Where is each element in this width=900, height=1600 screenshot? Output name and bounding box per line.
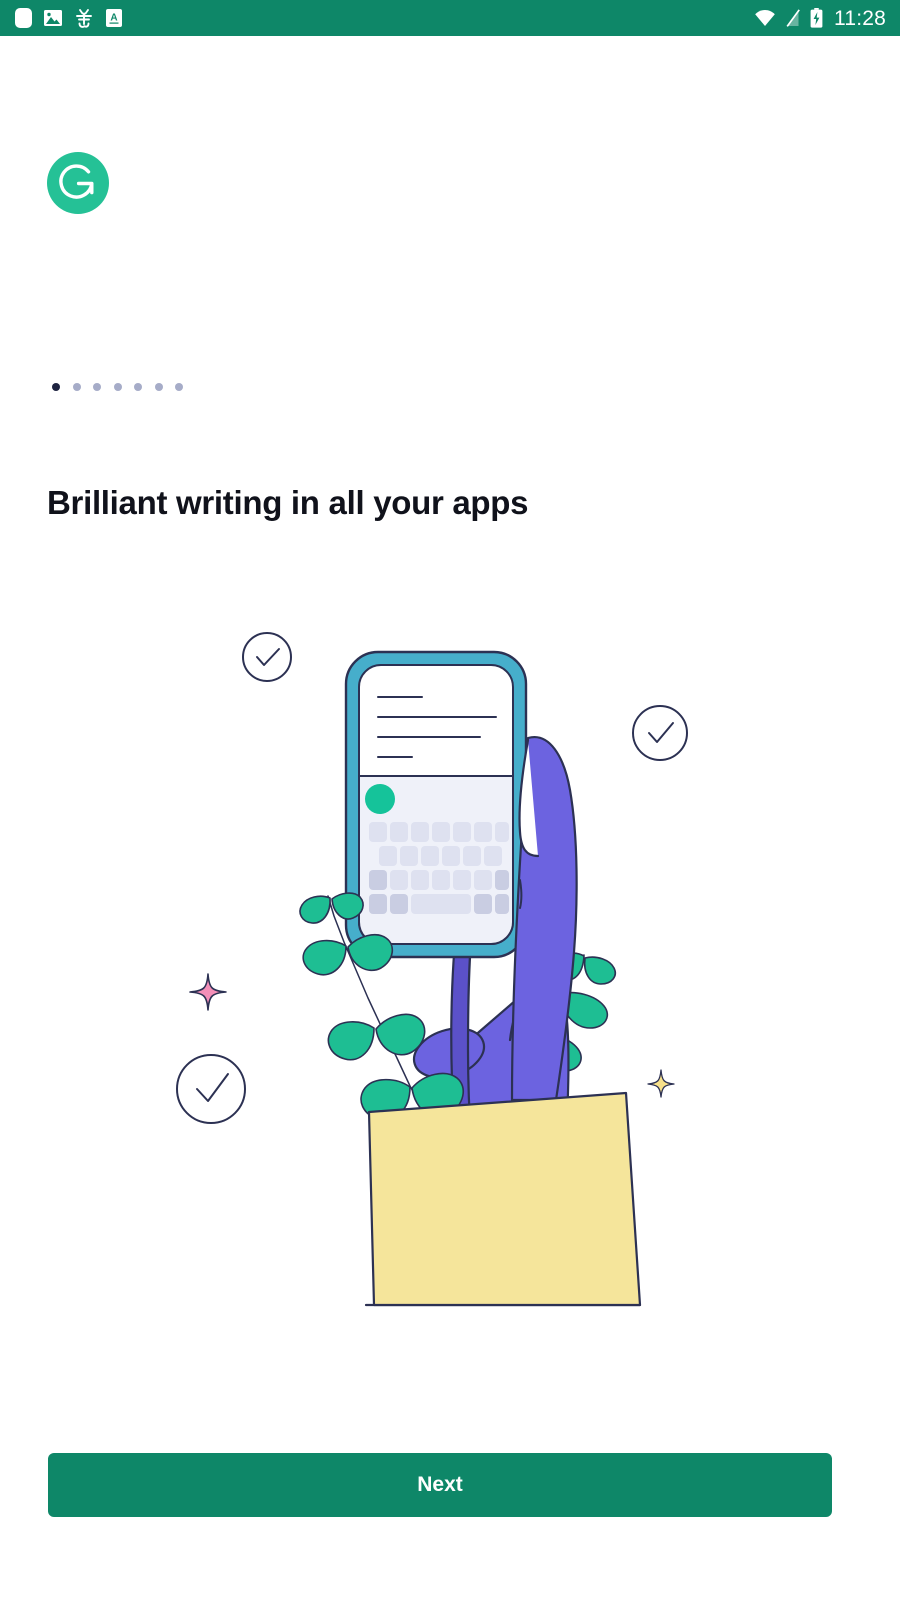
- cellular-signal-off-icon: [786, 9, 800, 27]
- page-title: Brilliant writing in all your apps: [47, 484, 529, 521]
- pager-dot-4[interactable]: [113, 383, 122, 391]
- next-button-label: Next: [417, 1473, 463, 1496]
- checkmark-circle-top-right: [632, 705, 688, 761]
- bug-icon: [76, 9, 92, 28]
- phone: [344, 650, 528, 959]
- pager-dot-5[interactable]: [134, 383, 142, 391]
- status-bar-left-icons: A: [14, 7, 123, 29]
- pager-dot-2[interactable]: [72, 383, 81, 391]
- checkmark-circle-bottom-left: [176, 1054, 246, 1124]
- battery-charging-icon: [810, 8, 823, 28]
- notification-blank-icon: [15, 8, 32, 28]
- wifi-icon: [755, 10, 775, 26]
- status-bar-right-icons: 11:28: [754, 8, 886, 29]
- pager-dot-1[interactable]: [52, 383, 60, 391]
- grammarly-suggestion-dot: [365, 784, 395, 814]
- text-capture-icon: A: [106, 9, 122, 27]
- status-bar: A 11:28: [0, 0, 900, 36]
- pager-dot-3[interactable]: [93, 383, 101, 391]
- pager-dot-7[interactable]: [175, 383, 183, 391]
- svg-text:A: A: [110, 13, 117, 24]
- sparkle-pink: [189, 973, 227, 1011]
- hand-holding-phone-with-keyboard-illustration: [160, 600, 720, 1320]
- checkmark-circle-top-left: [242, 632, 292, 682]
- next-button[interactable]: Next: [48, 1453, 832, 1517]
- sparkle-yellow: [647, 1069, 675, 1098]
- photo-icon: [44, 10, 62, 26]
- sleeve: [367, 1091, 642, 1307]
- pager-dots[interactable]: [52, 383, 183, 391]
- status-bar-clock: 11:28: [834, 6, 886, 30]
- onboarding-screen: A 11:28 Brilliant writing in all your ap…: [0, 0, 900, 1600]
- pager-dot-6[interactable]: [154, 383, 163, 391]
- grammarly-logo: [47, 152, 109, 214]
